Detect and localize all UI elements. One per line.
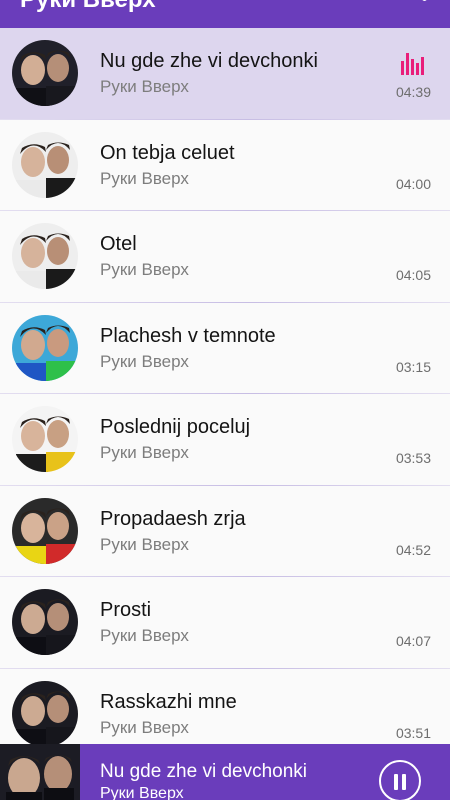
- song-title: Plachesh v temnote: [100, 324, 276, 347]
- song-artist: Руки Вверх: [100, 626, 189, 645]
- song-duration: 04:52: [395, 541, 431, 558]
- song-row-5[interactable]: Poslednij poceluj Руки Вверх 03:53: [0, 394, 450, 486]
- song-list[interactable]: Nu gde zhe vi devchonki Руки Вверх 04:39…: [0, 28, 450, 744]
- song-row-4[interactable]: Plachesh v temnote Руки Вверх 03:15: [0, 302, 450, 394]
- song-duration: 03:15: [395, 358, 431, 375]
- player-song-title: Nu gde zhe vi devchonki: [100, 761, 308, 782]
- song-title: Rasskazhi mne: [100, 690, 237, 713]
- album-art-image: [12, 406, 78, 472]
- song-title: On tebja celuet: [100, 141, 235, 164]
- pause-icon: [394, 774, 398, 790]
- song-row-3[interactable]: Otel Руки Вверх 04:05: [0, 211, 450, 303]
- mini-player[interactable]: Nu gde zhe vi devchonki Руки Вверх: [0, 744, 450, 800]
- song-row-1[interactable]: Nu gde zhe vi devchonki Руки Вверх 04:39: [0, 28, 450, 120]
- pause-button[interactable]: [379, 760, 421, 800]
- song-duration: 04:39: [395, 84, 431, 100]
- song-title: Otel: [100, 233, 137, 255]
- player-song-artist: Руки Вверх: [100, 785, 184, 800]
- app-title: Руки Вверх: [20, 0, 156, 14]
- song-duration: 04:05: [395, 267, 431, 283]
- album-art-image: [12, 223, 78, 289]
- song-duration: 03:51: [395, 724, 431, 741]
- song-artist: Руки Вверх: [100, 168, 189, 188]
- song-artist: Руки Вверх: [100, 443, 189, 462]
- equalizer-playing-icon: [400, 51, 424, 75]
- song-title: Nu gde zhe vi devchonki: [100, 50, 318, 72]
- more-vert-icon[interactable]: [422, 0, 428, 6]
- song-duration: 03:53: [395, 450, 431, 466]
- song-artist: Руки Вверх: [100, 77, 189, 96]
- song-row-7[interactable]: Prosti Руки Вверх 04:07: [0, 577, 450, 669]
- song-title: Propadaesh zrja: [100, 507, 246, 530]
- song-artist: Руки Вверх: [100, 717, 189, 737]
- album-art-image: [12, 680, 78, 744]
- song-artist: Руки Вверх: [100, 534, 189, 554]
- app-bar: Руки Вверх: [0, 0, 450, 28]
- song-duration: 04:07: [395, 633, 431, 649]
- album-art-image: [12, 131, 78, 198]
- song-duration: 04:00: [395, 175, 431, 192]
- album-art-image: [12, 314, 78, 381]
- player-album-art-image: [0, 744, 80, 800]
- song-artist: Руки Вверх: [100, 351, 189, 371]
- album-art-image: [12, 497, 78, 564]
- song-row-2[interactable]: On tebja celuet Руки Вверх 04:00: [0, 119, 450, 211]
- album-art-image: [12, 40, 78, 106]
- song-row-8[interactable]: Rasskazhi mne Руки Вверх 03:51: [0, 668, 450, 744]
- song-row-6[interactable]: Propadaesh zrja Руки Вверх 04:52: [0, 485, 450, 577]
- album-art-image: [12, 589, 78, 655]
- song-title: Prosti: [100, 599, 152, 621]
- song-title: Poslednij poceluj: [100, 416, 251, 438]
- song-artist: Руки Вверх: [100, 260, 189, 279]
